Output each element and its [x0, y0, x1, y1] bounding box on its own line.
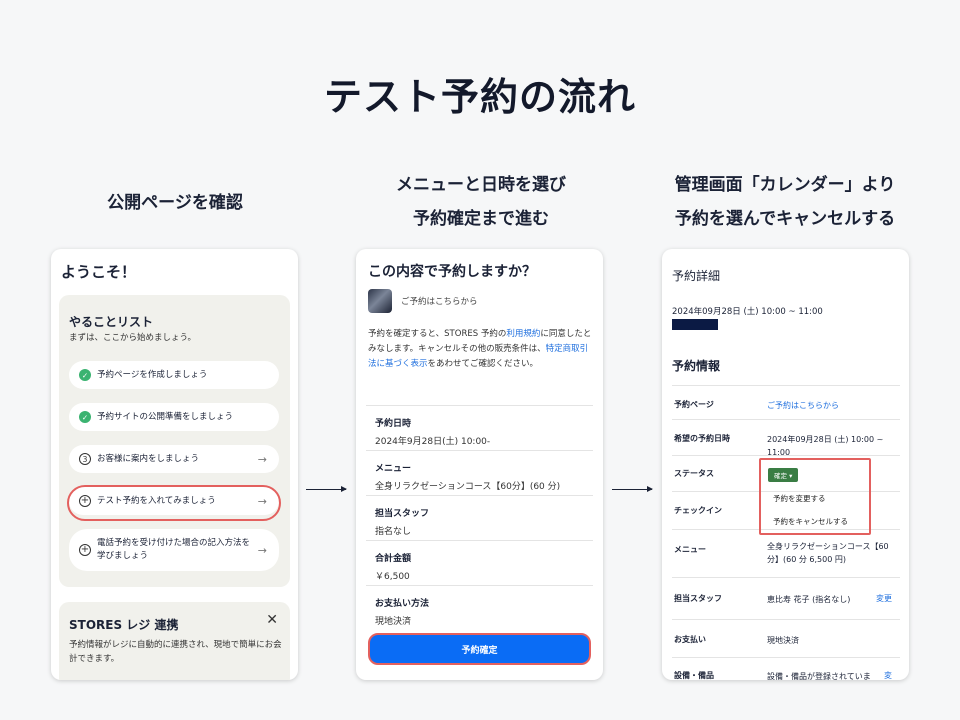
stores-regi-panel: STORES レジ 連携 ✕ 予約情報がレジに自動的に連携され、現地で簡単にお会… — [59, 602, 290, 680]
summary-row-payment: お支払い方法 現地決済 — [366, 585, 593, 630]
arrow-right-icon: → — [257, 543, 267, 557]
step2-caption: メニューと日時を選び 予約確定まで進む — [396, 175, 566, 229]
summary-row-staff: 担当スタッフ 指名なし — [366, 495, 593, 540]
close-icon[interactable]: ✕ — [266, 612, 278, 628]
public-page-screenshot: ようこそ！ やることリスト まずは、ここから始めましょう。 ✓ 予約ページを作成… — [51, 249, 298, 680]
step3-caption: 管理画面「カレンダー」より 予約を選んでキャンセルする — [674, 175, 896, 229]
plus-circle-icon: + — [79, 544, 91, 556]
dropdown-item-cancel[interactable]: 予約をキャンセルする — [773, 516, 848, 527]
detail-row-payment: お支払い 現地決済 — [672, 619, 900, 657]
terms-link[interactable]: 利用規約 — [506, 329, 540, 339]
task-guide-customers[interactable]: 3 お客様に案内をしましょう → — [69, 445, 279, 473]
confirm-heading: この内容で予約しますか？ — [368, 264, 536, 280]
reservation-info-heading: 予約情報 — [672, 359, 721, 373]
booking-confirm-screenshot: この内容で予約しますか？ ご予約はこちらから 予約を確定すると、STORES 予… — [356, 249, 603, 680]
detail-row-equipment: 設備・備品 設備・備品が登録されていま 変 — [672, 657, 900, 680]
check-icon: ✓ — [79, 411, 91, 423]
detail-datetime: 2024年09月28日 (土) 10:00 ~ 11:00 — [672, 307, 823, 317]
detail-row-datetime: 希望の予約日時 2024年09月28日 (土) 10:00 ~ 11:00 — [672, 419, 900, 457]
reserve-page-thumbnail — [368, 289, 392, 313]
todo-list-panel: やることリスト まずは、ここから始めましょう。 ✓ 予約ページを作成しましょう … — [59, 295, 290, 587]
todo-title: やることリスト — [69, 315, 154, 329]
number-3-icon: 3 — [79, 453, 91, 465]
todo-subtitle: まずは、ここから始めましょう。 — [69, 333, 196, 343]
status-select[interactable]: 確定 ▾ — [768, 468, 799, 482]
check-icon: ✓ — [79, 369, 91, 381]
change-equipment-link[interactable]: 変 — [884, 670, 892, 680]
redacted-name — [672, 319, 718, 330]
summary-row-datetime: 予約日時 2024年9月28日(土) 10:00- — [366, 405, 593, 450]
task-phone-booking[interactable]: + 電話予約を受け付けた場合の記入方法を学びましょう → — [69, 529, 279, 571]
detail-row-menu: メニュー 全身リラクゼーションコース【60分】(60 分 6,500 円) — [672, 529, 900, 577]
detail-row-page: 予約ページ ご予約はこちらから — [672, 385, 900, 419]
task-create-page[interactable]: ✓ 予約ページを作成しましょう — [69, 361, 279, 389]
stores-regi-title: STORES レジ 連携 — [69, 618, 179, 632]
step1-caption: 公開ページを確認 — [107, 193, 243, 213]
caret-down-icon: ▾ — [789, 472, 793, 480]
flow-arrow-2 — [612, 486, 653, 492]
reserve-page-link[interactable]: ご予約はこちらから — [767, 399, 897, 412]
page-title: テスト予約の流れ — [323, 75, 636, 119]
summary-row-total: 合計金額 ￥6,500 — [366, 540, 593, 585]
detail-heading: 予約詳細 — [672, 269, 721, 283]
task-publish-prep[interactable]: ✓ 予約サイトの公開準備をしましょう — [69, 403, 279, 431]
confirm-booking-button[interactable]: 予約確定 — [368, 633, 591, 665]
welcome-heading: ようこそ！ — [61, 263, 137, 281]
change-staff-link[interactable]: 変更 — [876, 593, 892, 604]
detail-row-staff: 担当スタッフ 恵比寿 花子 (指名なし) 変更 — [672, 577, 900, 619]
arrow-right-icon: → — [257, 452, 267, 466]
highlight-test-booking — [67, 485, 281, 521]
reserve-page-label: ご予約はこちらから — [401, 297, 478, 307]
terms-text: 予約を確定すると、STORES 予約の利用規約に同意したとみなします。キャンセル… — [368, 329, 592, 369]
summary-row-menu: メニュー 全身リラクゼーションコース【60分】(60 分) — [366, 450, 593, 495]
flow-arrow-1 — [306, 486, 347, 492]
reservation-detail-screenshot: 予約詳細 2024年09月28日 (土) 10:00 ~ 11:00 予約情報 … — [662, 249, 909, 680]
dropdown-item-change[interactable]: 予約を変更する — [773, 493, 826, 504]
stores-regi-description: 予約情報がレジに自動的に連携され、現地で簡単にお会計できます。 — [69, 640, 282, 664]
